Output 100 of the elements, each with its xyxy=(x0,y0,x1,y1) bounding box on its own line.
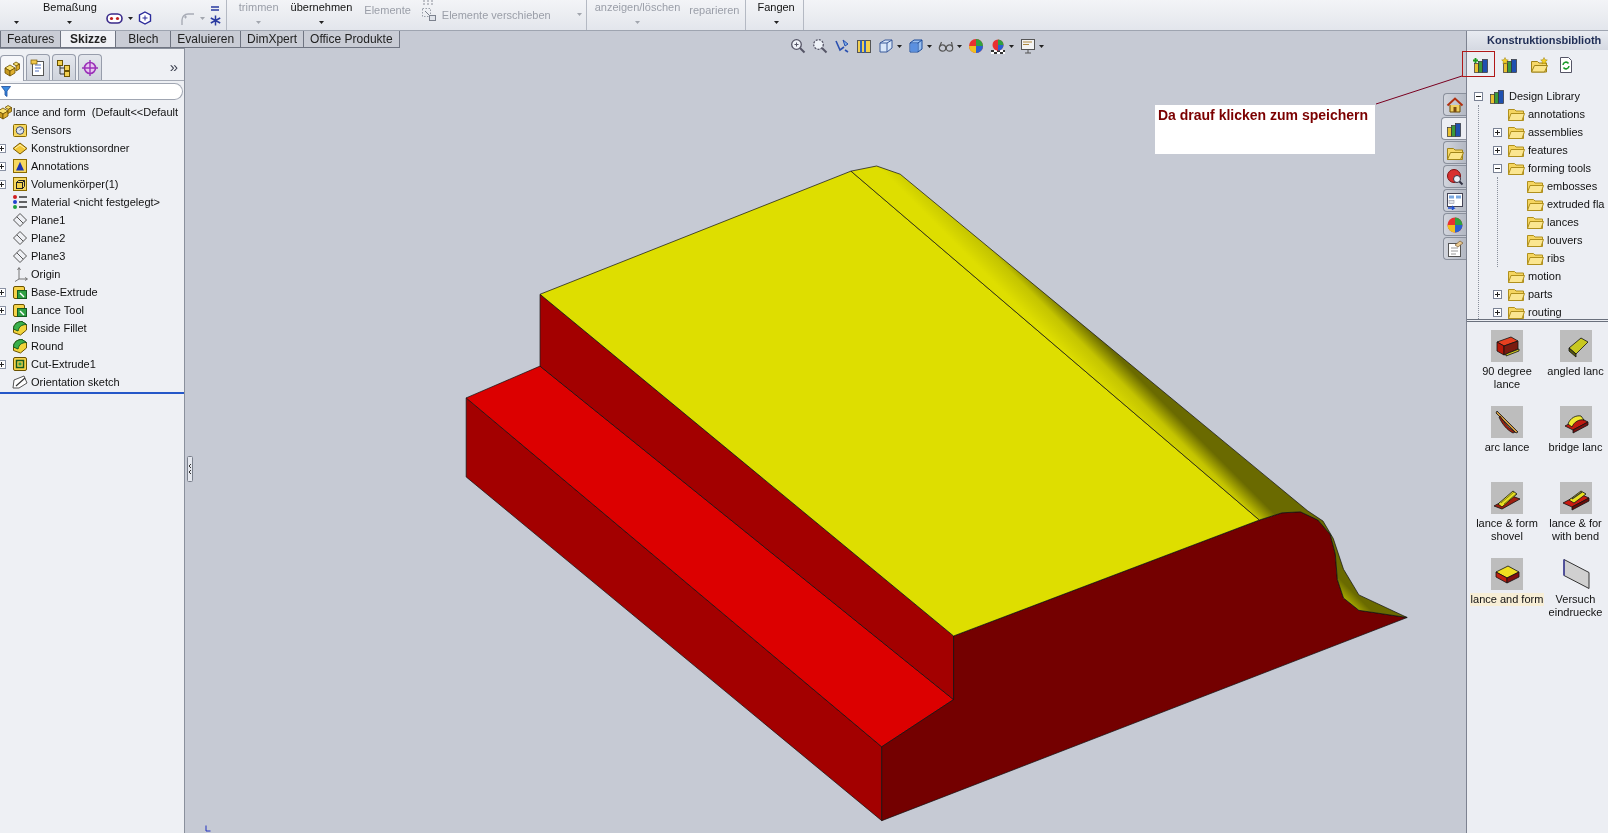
library-item[interactable]: bridge lanc xyxy=(1547,441,1604,454)
tree-item[interactable]: Cut-Extrude1 xyxy=(31,358,96,370)
command-tab[interactable]: Features xyxy=(0,31,62,48)
tree-item[interactable]: Lance Tool xyxy=(31,304,84,316)
books-plus-icon[interactable] xyxy=(1472,57,1490,73)
tree-item[interactable]: extruded fla xyxy=(1547,198,1605,210)
polygon-icon[interactable] xyxy=(137,11,152,25)
tree-item[interactable]: lances xyxy=(1547,216,1579,228)
tree-item[interactable]: lance and form (Default<<Default xyxy=(13,106,179,118)
caret-icon[interactable] xyxy=(1039,44,1044,48)
library-item[interactable]: Versuch eindruecke xyxy=(1547,593,1604,619)
previous-view-icon[interactable] xyxy=(834,38,850,54)
library-item[interactable]: lance & for with bend xyxy=(1548,517,1603,543)
command-button[interactable]: Bemaßung xyxy=(42,0,98,30)
caret-icon[interactable] xyxy=(67,21,73,24)
scene-ball-icon[interactable] xyxy=(990,38,1006,54)
library-item[interactable]: lance & form shovel xyxy=(1475,517,1539,543)
tree-item[interactable]: routing xyxy=(1528,306,1562,318)
expand-icon[interactable] xyxy=(0,143,6,153)
view-cube-icon[interactable] xyxy=(878,38,894,54)
tree-item[interactable]: Orientation sketch xyxy=(31,376,120,388)
tree-item[interactable]: embosses xyxy=(1547,180,1598,192)
command-button[interactable]: Fangen xyxy=(756,0,796,30)
library-item[interactable]: lance and form xyxy=(1469,593,1545,606)
section-view-icon[interactable] xyxy=(856,38,872,54)
tree-item[interactable]: Origin xyxy=(31,268,61,280)
command-tab[interactable]: Blech xyxy=(115,31,172,48)
tree-item[interactable]: features xyxy=(1528,144,1568,156)
tree-item[interactable]: louvers xyxy=(1547,234,1583,246)
collapse-icon[interactable] xyxy=(1474,91,1483,101)
manager-tab[interactable] xyxy=(26,54,50,80)
caret-icon[interactable] xyxy=(927,44,932,48)
manager-tab[interactable] xyxy=(52,54,76,80)
refresh-icon[interactable] xyxy=(1559,57,1573,73)
command-button[interactable]: übernehmen xyxy=(289,0,354,30)
expand-icon[interactable] xyxy=(1493,127,1502,137)
task-pane-tab[interactable] xyxy=(1441,117,1466,140)
task-pane-tab[interactable] xyxy=(1443,93,1466,116)
command-tab[interactable]: DimXpert xyxy=(240,31,305,48)
tree-item[interactable]: parts xyxy=(1528,288,1553,300)
folder-star-icon[interactable] xyxy=(1530,57,1548,73)
library-item[interactable]: angled lanc xyxy=(1546,365,1605,378)
filter-field[interactable] xyxy=(0,83,183,100)
cube-folder-icon xyxy=(12,176,28,192)
tree-item[interactable]: Base-Extrude xyxy=(31,286,98,298)
collapse-handle-icon[interactable] xyxy=(187,456,193,482)
command-tab[interactable]: Skizze xyxy=(60,31,117,48)
task-pane-tab[interactable] xyxy=(1443,237,1466,260)
zoom-fit-icon[interactable] xyxy=(790,38,806,54)
caret-icon[interactable] xyxy=(318,21,324,24)
command-tab[interactable]: Office Produkte xyxy=(303,31,400,48)
library-item[interactable]: arc lance xyxy=(1483,441,1531,454)
manager-tab[interactable] xyxy=(78,54,102,80)
command-tab[interactable]: Evaluieren xyxy=(170,31,242,48)
caret-icon[interactable] xyxy=(127,16,133,20)
collapse-icon[interactable] xyxy=(1493,163,1502,173)
tree-item[interactable]: Round xyxy=(31,340,64,352)
tree-item[interactable]: Design Library xyxy=(1509,90,1580,102)
books-star-icon[interactable] xyxy=(1501,57,1519,73)
slot-icon[interactable] xyxy=(105,12,123,24)
tree-item[interactable]: Inside Fillet xyxy=(31,322,87,334)
tree-item[interactable]: annotations xyxy=(1528,108,1585,120)
caret-icon[interactable] xyxy=(13,21,19,24)
tree-item[interactable]: Material <nicht festgelegt> xyxy=(31,196,161,208)
extrude-icon xyxy=(12,302,28,318)
expand-icon[interactable] xyxy=(0,179,6,189)
tree-item[interactable]: Sensors xyxy=(31,124,72,136)
task-pane-tab[interactable] xyxy=(1443,189,1466,212)
tree-item[interactable]: assemblies xyxy=(1528,126,1584,138)
expand-icon[interactable] xyxy=(0,287,6,297)
library-item[interactable]: 90 degree lance xyxy=(1481,365,1533,391)
dotted-grid-icon[interactable] xyxy=(421,0,436,5)
tree-item[interactable]: forming tools xyxy=(1528,162,1591,174)
expand-icon[interactable] xyxy=(0,359,6,369)
tree-item[interactable]: Volumenkörper(1) xyxy=(31,178,119,190)
caret-icon[interactable] xyxy=(897,44,902,48)
expand-icon[interactable] xyxy=(1493,307,1502,317)
tree-item[interactable]: Plane2 xyxy=(31,232,66,244)
bars-icon[interactable] xyxy=(210,6,221,11)
more-button[interactable]: » xyxy=(167,59,180,80)
expand-icon[interactable] xyxy=(0,305,6,315)
task-pane-tab[interactable] xyxy=(1443,165,1466,188)
tree-item[interactable]: Plane3 xyxy=(31,250,66,262)
tree-item[interactable]: Plane1 xyxy=(31,214,66,226)
tree-item[interactable]: ribs xyxy=(1547,252,1565,264)
expand-icon[interactable] xyxy=(0,161,6,171)
tree-item[interactable]: Konstruktionsordner xyxy=(31,142,130,154)
caret-icon[interactable] xyxy=(773,21,779,24)
expand-icon[interactable] xyxy=(1493,145,1502,155)
tree-item[interactable]: Annotations xyxy=(31,160,90,172)
color-ball-icon[interactable] xyxy=(968,38,984,54)
caret-icon[interactable] xyxy=(1009,44,1014,48)
asterisk-icon[interactable] xyxy=(209,15,221,26)
expand-icon[interactable] xyxy=(1493,289,1502,299)
display-cube-icon[interactable] xyxy=(908,38,924,54)
tree-item[interactable]: motion xyxy=(1528,270,1562,282)
manager-tab[interactable] xyxy=(0,55,24,81)
caret-icon[interactable] xyxy=(957,44,962,48)
monitor-icon[interactable] xyxy=(1020,38,1036,54)
zoom-area-icon[interactable] xyxy=(812,38,828,54)
